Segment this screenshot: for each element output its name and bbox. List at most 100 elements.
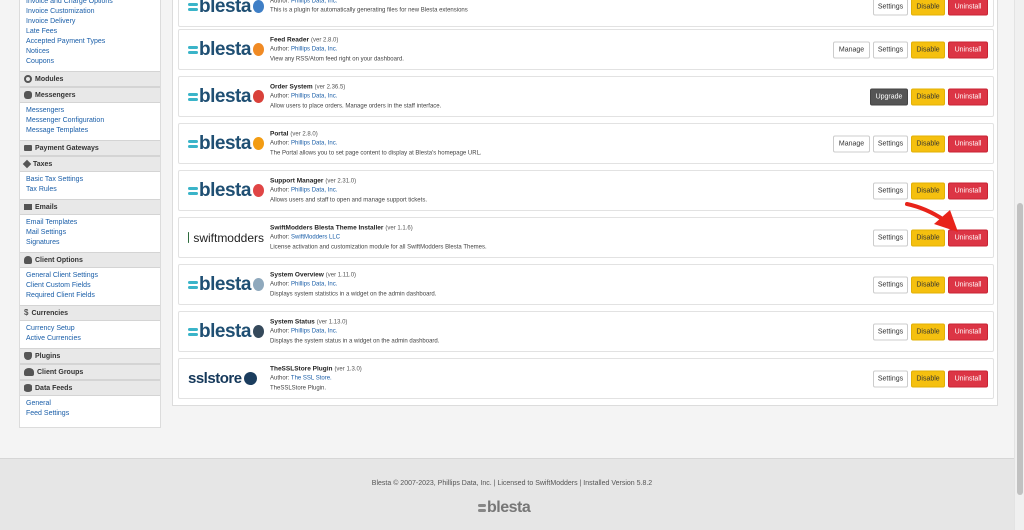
disable-button[interactable]: Disable [911,135,945,152]
sidebar-header-taxes[interactable]: Taxes [20,156,160,172]
disable-button[interactable]: Disable [911,370,945,387]
disable-button[interactable]: Disable [911,323,945,340]
sidebar-link-general-client-settings[interactable]: General Client Settings [26,271,160,281]
uninstall-button[interactable]: Uninstall [948,323,988,340]
plugin-author-label: Author: [270,93,290,100]
sidebar-link-currency-setup[interactable]: Currency Setup [26,324,160,334]
plugin-logo: blesta [188,86,264,108]
upgrade-button[interactable]: Upgrade [870,88,908,105]
plugin-author-link[interactable]: SwiftModders LLC [291,234,340,240]
sidebar-link-accepted-payment-types[interactable]: Accepted Payment Types [26,37,160,47]
disable-button[interactable]: Disable [911,41,945,58]
sidebar-link-email-templates[interactable]: Email Templates [26,218,160,228]
plugin-author-link[interactable]: The SSL Store. [291,375,332,381]
plugin-author-link[interactable]: Phillips Data, Inc. [291,328,337,334]
plugin-title-line: Feed Reader (ver 2.8.0) [270,35,404,46]
plugin-author-link[interactable]: Phillips Data, Inc. [291,46,337,52]
plugin-name: System Status [270,317,315,325]
sidebar-link-client-custom-fields[interactable]: Client Custom Fields [26,281,160,291]
footer-logo[interactable]: blesta [478,497,531,519]
plugin-author-line: Author: Phillips Data, Inc. [270,186,427,196]
sidebar-header-client-groups[interactable]: Client Groups [20,364,160,380]
uninstall-button[interactable]: Uninstall [948,370,988,387]
sidebar-header-emails[interactable]: Emails [20,199,160,215]
plugin-author-link[interactable]: Phillips Data, Inc. [291,140,337,146]
uninstall-button[interactable]: Uninstall [948,135,988,152]
plugin-author-label: Author: [270,234,290,241]
sidebar-link-mail-settings[interactable]: Mail Settings [26,228,160,238]
plugin-actions: Upgrade Disable Uninstall [870,88,988,105]
uninstall-button[interactable]: Uninstall [948,88,988,105]
settings-button[interactable]: Settings [873,0,908,15]
sidebar-link-signatures[interactable]: Signatures [26,238,160,248]
sidebar-link-active-currencies[interactable]: Active Currencies [26,334,160,344]
settings-button[interactable]: Settings [873,370,908,387]
scrollbar-thumb[interactable] [1017,203,1023,495]
uninstall-button[interactable]: Uninstall [948,41,988,58]
uninstall-button[interactable]: Uninstall [948,0,988,15]
database-icon [24,384,32,392]
sidebar-header-messengers[interactable]: Messengers [20,87,160,103]
disable-button[interactable]: Disable [911,88,945,105]
plugin-author-link[interactable]: Phillips Data, Inc. [291,93,337,99]
settings-button[interactable]: Settings [873,323,908,340]
plugin-description: Allows users and staff to open and manag… [270,196,427,203]
plugin-title-line: Portal (ver 2.8.0) [270,129,482,140]
sidebar-link-tax-rules[interactable]: Tax Rules [26,185,160,195]
settings-button[interactable]: Settings [873,229,908,246]
settings-button[interactable]: Settings [873,135,908,152]
plugin-logo-text: blesta [199,320,251,342]
settings-button[interactable]: Settings [873,182,908,199]
sidebar-link-general[interactable]: General [26,399,160,409]
plugin-title-line: SwiftModders Blesta Theme Installer (ver… [270,223,487,234]
sidebar-header-data-feeds[interactable]: Data Feeds [20,380,160,396]
sidebar-header-client-options[interactable]: Client Options [20,252,160,268]
swiftmodders-mark-icon [188,232,190,243]
sidebar-header-payment-gateways[interactable]: Payment Gateways [20,140,160,156]
sidebar-link-messengers[interactable]: Messengers [26,106,160,116]
sidebar-header-label: Data Feeds [35,384,73,392]
sidebar-header-label: Messengers [35,91,76,99]
plugin-description: TheSSLStore Plugin. [270,384,327,391]
sidebar-link-required-client-fields[interactable]: Required Client Fields [26,291,160,301]
sidebar-header-currencies[interactable]: $ Currencies [20,305,160,321]
plugin-author-link[interactable]: Phillips Data, Inc. [291,281,337,287]
settings-button[interactable]: Settings [873,41,908,58]
sidebar-link-notices[interactable]: Notices [26,47,160,57]
sidebar-link-coupons[interactable]: Coupons [26,57,160,67]
plugin-description: Displays the system status in a widget o… [270,337,440,344]
sidebar-link-message-templates[interactable]: Message Templates [26,126,160,136]
tag-icon [22,159,32,169]
uninstall-button[interactable]: Uninstall [948,182,988,199]
sidebar-link-feed-settings[interactable]: Feed Settings [26,409,160,419]
sidebar-link-invoice-delivery[interactable]: Invoice Delivery [26,17,160,27]
blesta-mark-icon [188,327,198,337]
plugin-logo: blesta [188,0,264,18]
settings-button[interactable]: Settings [873,276,908,293]
sidebar-link-messenger-configuration[interactable]: Messenger Configuration [26,116,160,126]
sidebar-header-plugins[interactable]: Plugins [20,348,160,364]
footer-copyright: Blesta © 2007-2023, Phillips Data, Inc. … [371,480,653,487]
plugin-actions: Manage Settings Disable Uninstall [833,135,988,152]
plugin-logo-text: blesta [199,179,251,201]
page-scrollbar[interactable] [1014,0,1024,530]
sidebar-link-invoice-and-charge-options[interactable]: Invoice and Charge Options [26,0,160,7]
sidebar-link-invoice-customization[interactable]: Invoice Customization [26,7,160,17]
disable-button[interactable]: Disable [911,182,945,199]
plugin-row: blesta Support Manager (ver 2.31.0) Author… [178,170,994,211]
uninstall-button[interactable]: Uninstall [948,276,988,293]
sidebar-link-late-fees[interactable]: Late Fees [26,27,160,37]
manage-button[interactable]: Manage [833,135,870,152]
plugin-info: Support Manager (ver 2.31.0) Author: Phil… [270,176,427,206]
sidebar-link-basic-tax-settings[interactable]: Basic Tax Settings [26,175,160,185]
manage-button[interactable]: Manage [833,41,870,58]
plugin-author-link[interactable]: Phillips Data, Inc. [291,187,337,193]
sidebar-header-modules[interactable]: Modules [20,71,160,87]
plugin-actions: Settings Disable Uninstall [873,0,988,15]
plugin-actions: Manage Settings Disable Uninstall [833,41,988,58]
disable-button[interactable]: Disable [911,0,945,15]
plugin-logo: blesta [188,133,264,155]
plugin-info: Order System (ver 2.36.5) Author: Phillip… [270,82,441,112]
plugin-author-link[interactable]: Phillips Data, Inc. [291,0,337,4]
disable-button[interactable]: Disable [911,276,945,293]
